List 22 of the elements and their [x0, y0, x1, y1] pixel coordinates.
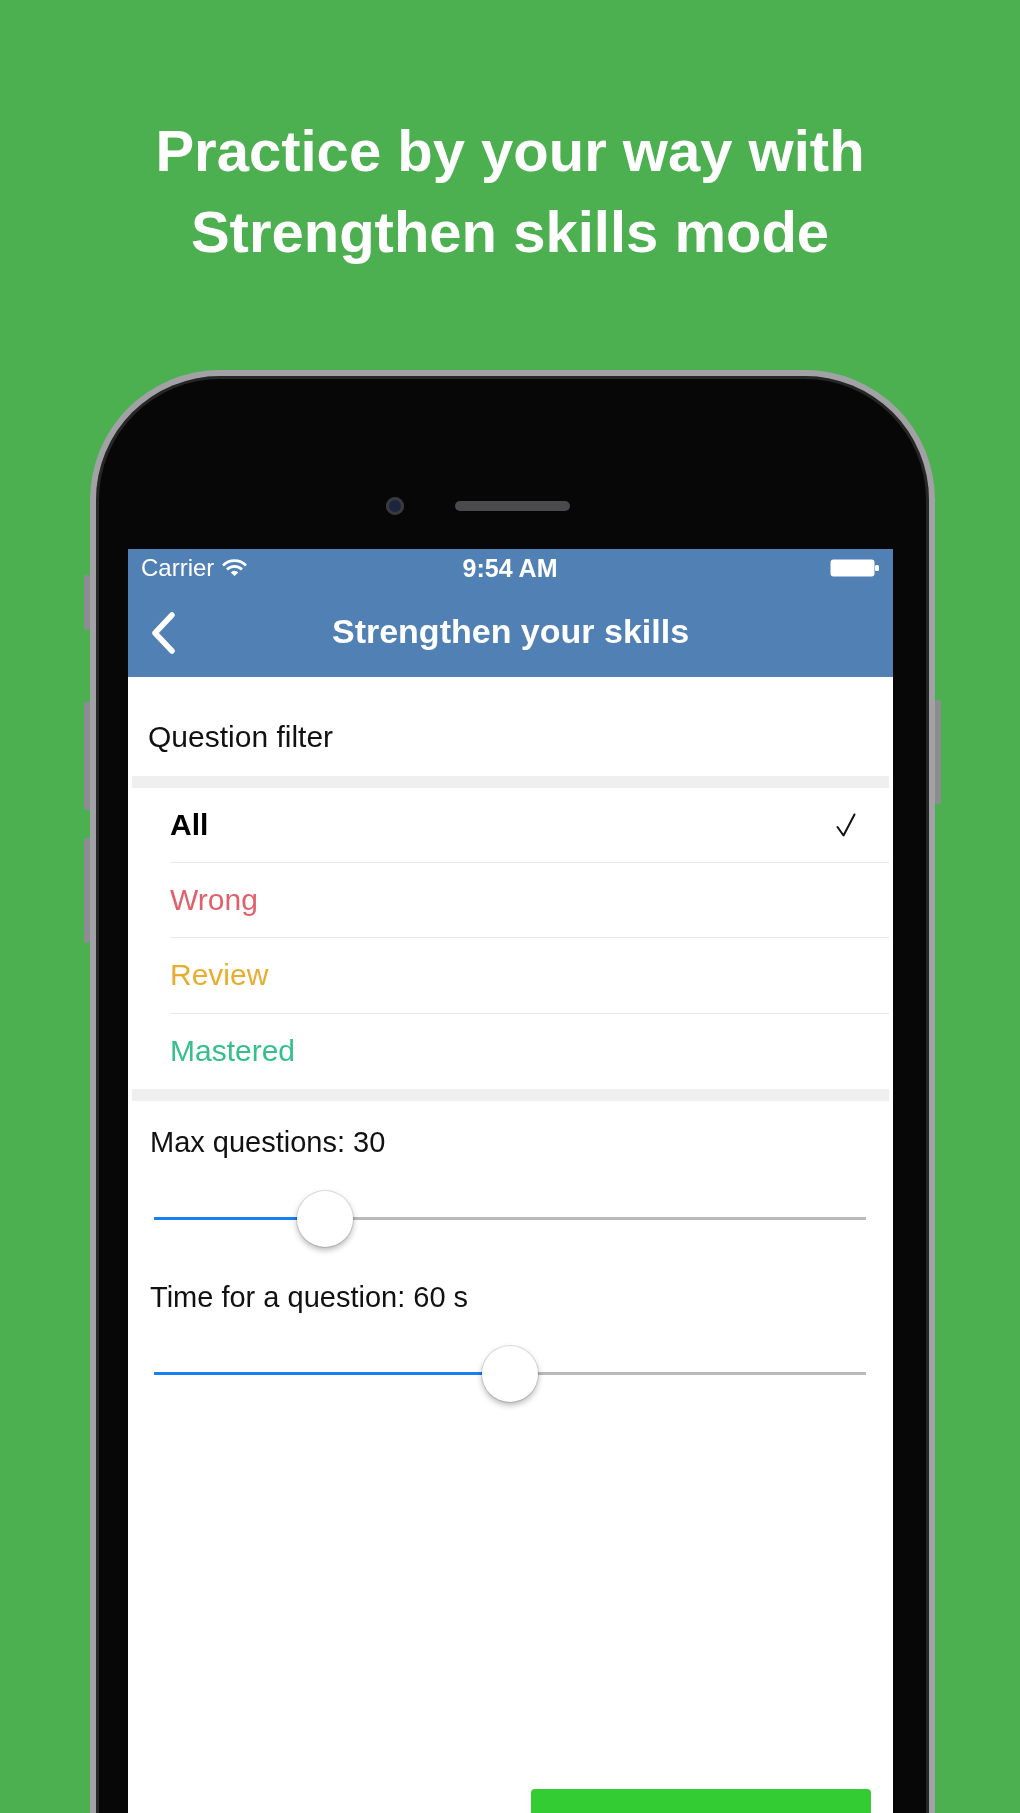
carrier-name: Carrier — [141, 554, 215, 583]
headline: Practice by your way with Strengthen skills mode — [154, 117, 866, 266]
back-icon[interactable] — [150, 612, 176, 655]
filter-option[interactable]: Wrong — [170, 863, 889, 939]
filter-option[interactable]: All — [170, 787, 889, 864]
side-button[interactable] — [935, 700, 941, 804]
slider-label: Time for a question: 60 s — [150, 1280, 470, 1316]
nav-title: Strengthen your skills — [331, 612, 690, 652]
battery-icon — [830, 559, 879, 578]
side-button[interactable] — [84, 575, 90, 630]
phone-camera — [386, 497, 404, 515]
status-time: 9:54 AM — [462, 553, 558, 583]
slider-label: Max questions: 30 — [150, 1124, 387, 1160]
side-button[interactable] — [84, 702, 90, 810]
section-title: Question filter — [148, 720, 334, 755]
side-button[interactable] — [84, 838, 90, 943]
filter-option[interactable]: Mastered — [170, 1013, 889, 1089]
slider-thumb[interactable] — [296, 1190, 353, 1247]
slider-thumb[interactable] — [482, 1346, 538, 1403]
wifi-icon — [222, 559, 248, 578]
check-icon — [836, 813, 856, 838]
filter-option[interactable]: Review — [170, 938, 889, 1014]
